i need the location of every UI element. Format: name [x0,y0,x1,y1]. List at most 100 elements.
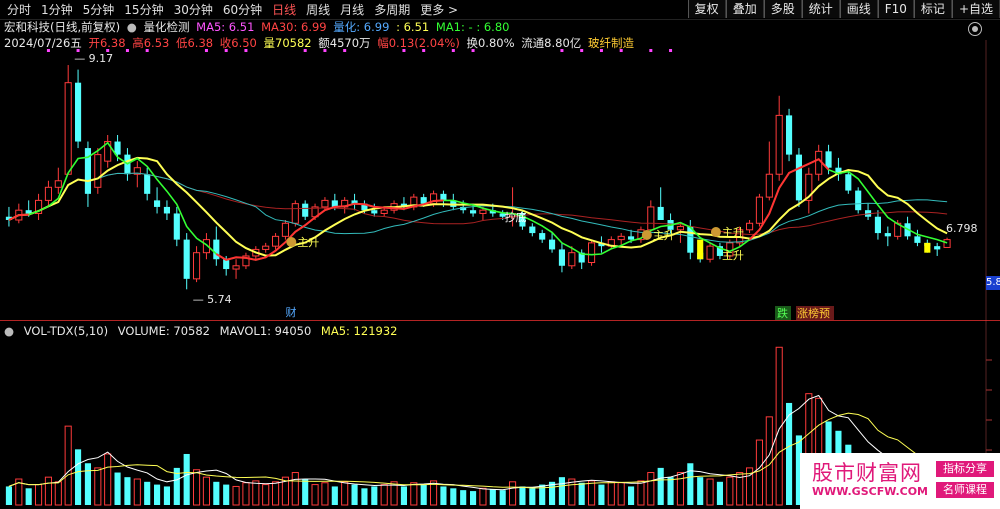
candle-body [173,213,180,240]
signal-dot [323,49,327,52]
volume-bar [351,484,358,505]
volume-bar [311,484,319,506]
volume-bar [440,486,447,505]
volume-bar [479,487,487,506]
signal-dot [204,49,208,52]
signal-dot [649,49,653,52]
signal-label: 主升 [653,229,675,242]
volume-bar [460,490,467,505]
volume-bar [64,425,72,506]
candle-body [94,154,102,188]
candle-body [163,206,170,214]
volume-bar [44,476,52,506]
candle-body [568,252,576,267]
watermark-tag-share: 指标分享 [936,461,994,477]
candle-body [272,235,280,247]
candle-body [64,82,72,175]
candle-body [628,236,635,240]
signal-dot [46,49,50,52]
volume-bar [529,488,536,505]
volume-bar [578,482,585,505]
volume-bar [607,481,615,506]
kline-chart[interactable]: — 9.17— 5.746.798主升主升 主升主升抄底财跌涨榜预 [0,0,1000,509]
candle-body [321,199,329,208]
volume-bar [193,469,201,506]
pane-divider[interactable] [0,320,1000,321]
volume-legend: ● VOL-TDX(5,10) VOLUME: 70582 MAVOL1: 94… [4,324,403,338]
high-price-label: — 9.17 [74,52,113,65]
signal-dot [619,49,623,52]
volume-bar [252,480,260,506]
candle-body [746,222,754,231]
volume-bar [94,467,102,506]
volume-bar [716,481,723,505]
candle-body [884,233,891,237]
volume-indicator-name[interactable]: VOL-TDX(5,10) [24,324,108,338]
volume-bar [588,480,596,506]
ma5-green-line [8,141,948,261]
volume-bar [489,489,496,505]
candle-body [755,196,763,224]
signal-dot [343,49,347,52]
volume-bar [755,439,763,506]
candle-body [291,203,299,224]
volume-bar [726,476,734,506]
signal-dot [599,49,603,52]
candle-body [54,180,62,188]
volume-bar [558,477,565,505]
candle-body [144,174,151,194]
highlight-candle [924,242,931,253]
volume-ma5-value: MA5: 121932 [320,324,398,338]
volume-bar [371,486,378,505]
watermark-logo: 股市财富网 WWW.GSCFW.COM 指标分享 名师课程 [800,453,1000,509]
candle-body [262,245,270,250]
signal-dot [224,49,228,52]
volume-bar [114,472,121,505]
signal-dot [471,49,475,52]
chaodi-label: 抄底 [505,210,527,224]
volume-bar [509,481,517,506]
candle-body [371,210,378,214]
candle-body [874,216,881,234]
last-ma-label: 6.798 [946,222,978,235]
candle-body [302,203,309,217]
candle-body [380,209,388,214]
volume-bar [35,484,43,506]
volume-bar [242,482,250,506]
candle-body [193,252,201,280]
volume-bar [223,484,230,505]
volume-bar [706,478,714,506]
candle-body [529,226,536,234]
volume-bar [5,486,12,505]
volume-bar [291,472,299,506]
signal-dot [125,49,129,52]
volume-bar [202,476,210,506]
volume-bar [75,449,82,505]
cai-marker: 财 [285,305,296,319]
volume-bar [420,484,427,505]
signal-label: 主升 [722,249,744,262]
watermark-url: WWW.GSCFW.COM [812,485,929,498]
candle-body [765,173,773,198]
candle-body [676,226,684,231]
zhang-marker: 涨榜预 [797,306,830,320]
volume-bar [657,467,664,505]
volume-toggle-icon[interactable]: ● [4,324,14,338]
signal-dot [422,49,426,52]
candle-body [795,154,802,201]
candle-body [470,210,477,214]
signal-coin-icon [710,227,721,237]
volume-bar [667,477,674,505]
signal-dot [580,49,584,52]
volume-bar [133,478,141,506]
volume-bar [183,453,190,505]
candle-body [588,242,596,263]
volume-bar [154,484,161,505]
volume-bar [54,481,62,506]
volume-bar [470,491,477,505]
watermark-title: 股市财富网 [812,461,922,485]
candle-body [549,239,556,250]
candle-body [914,236,921,243]
volume-current: VOLUME: 70582 [117,324,210,338]
signal-label: 主升 [297,236,319,249]
